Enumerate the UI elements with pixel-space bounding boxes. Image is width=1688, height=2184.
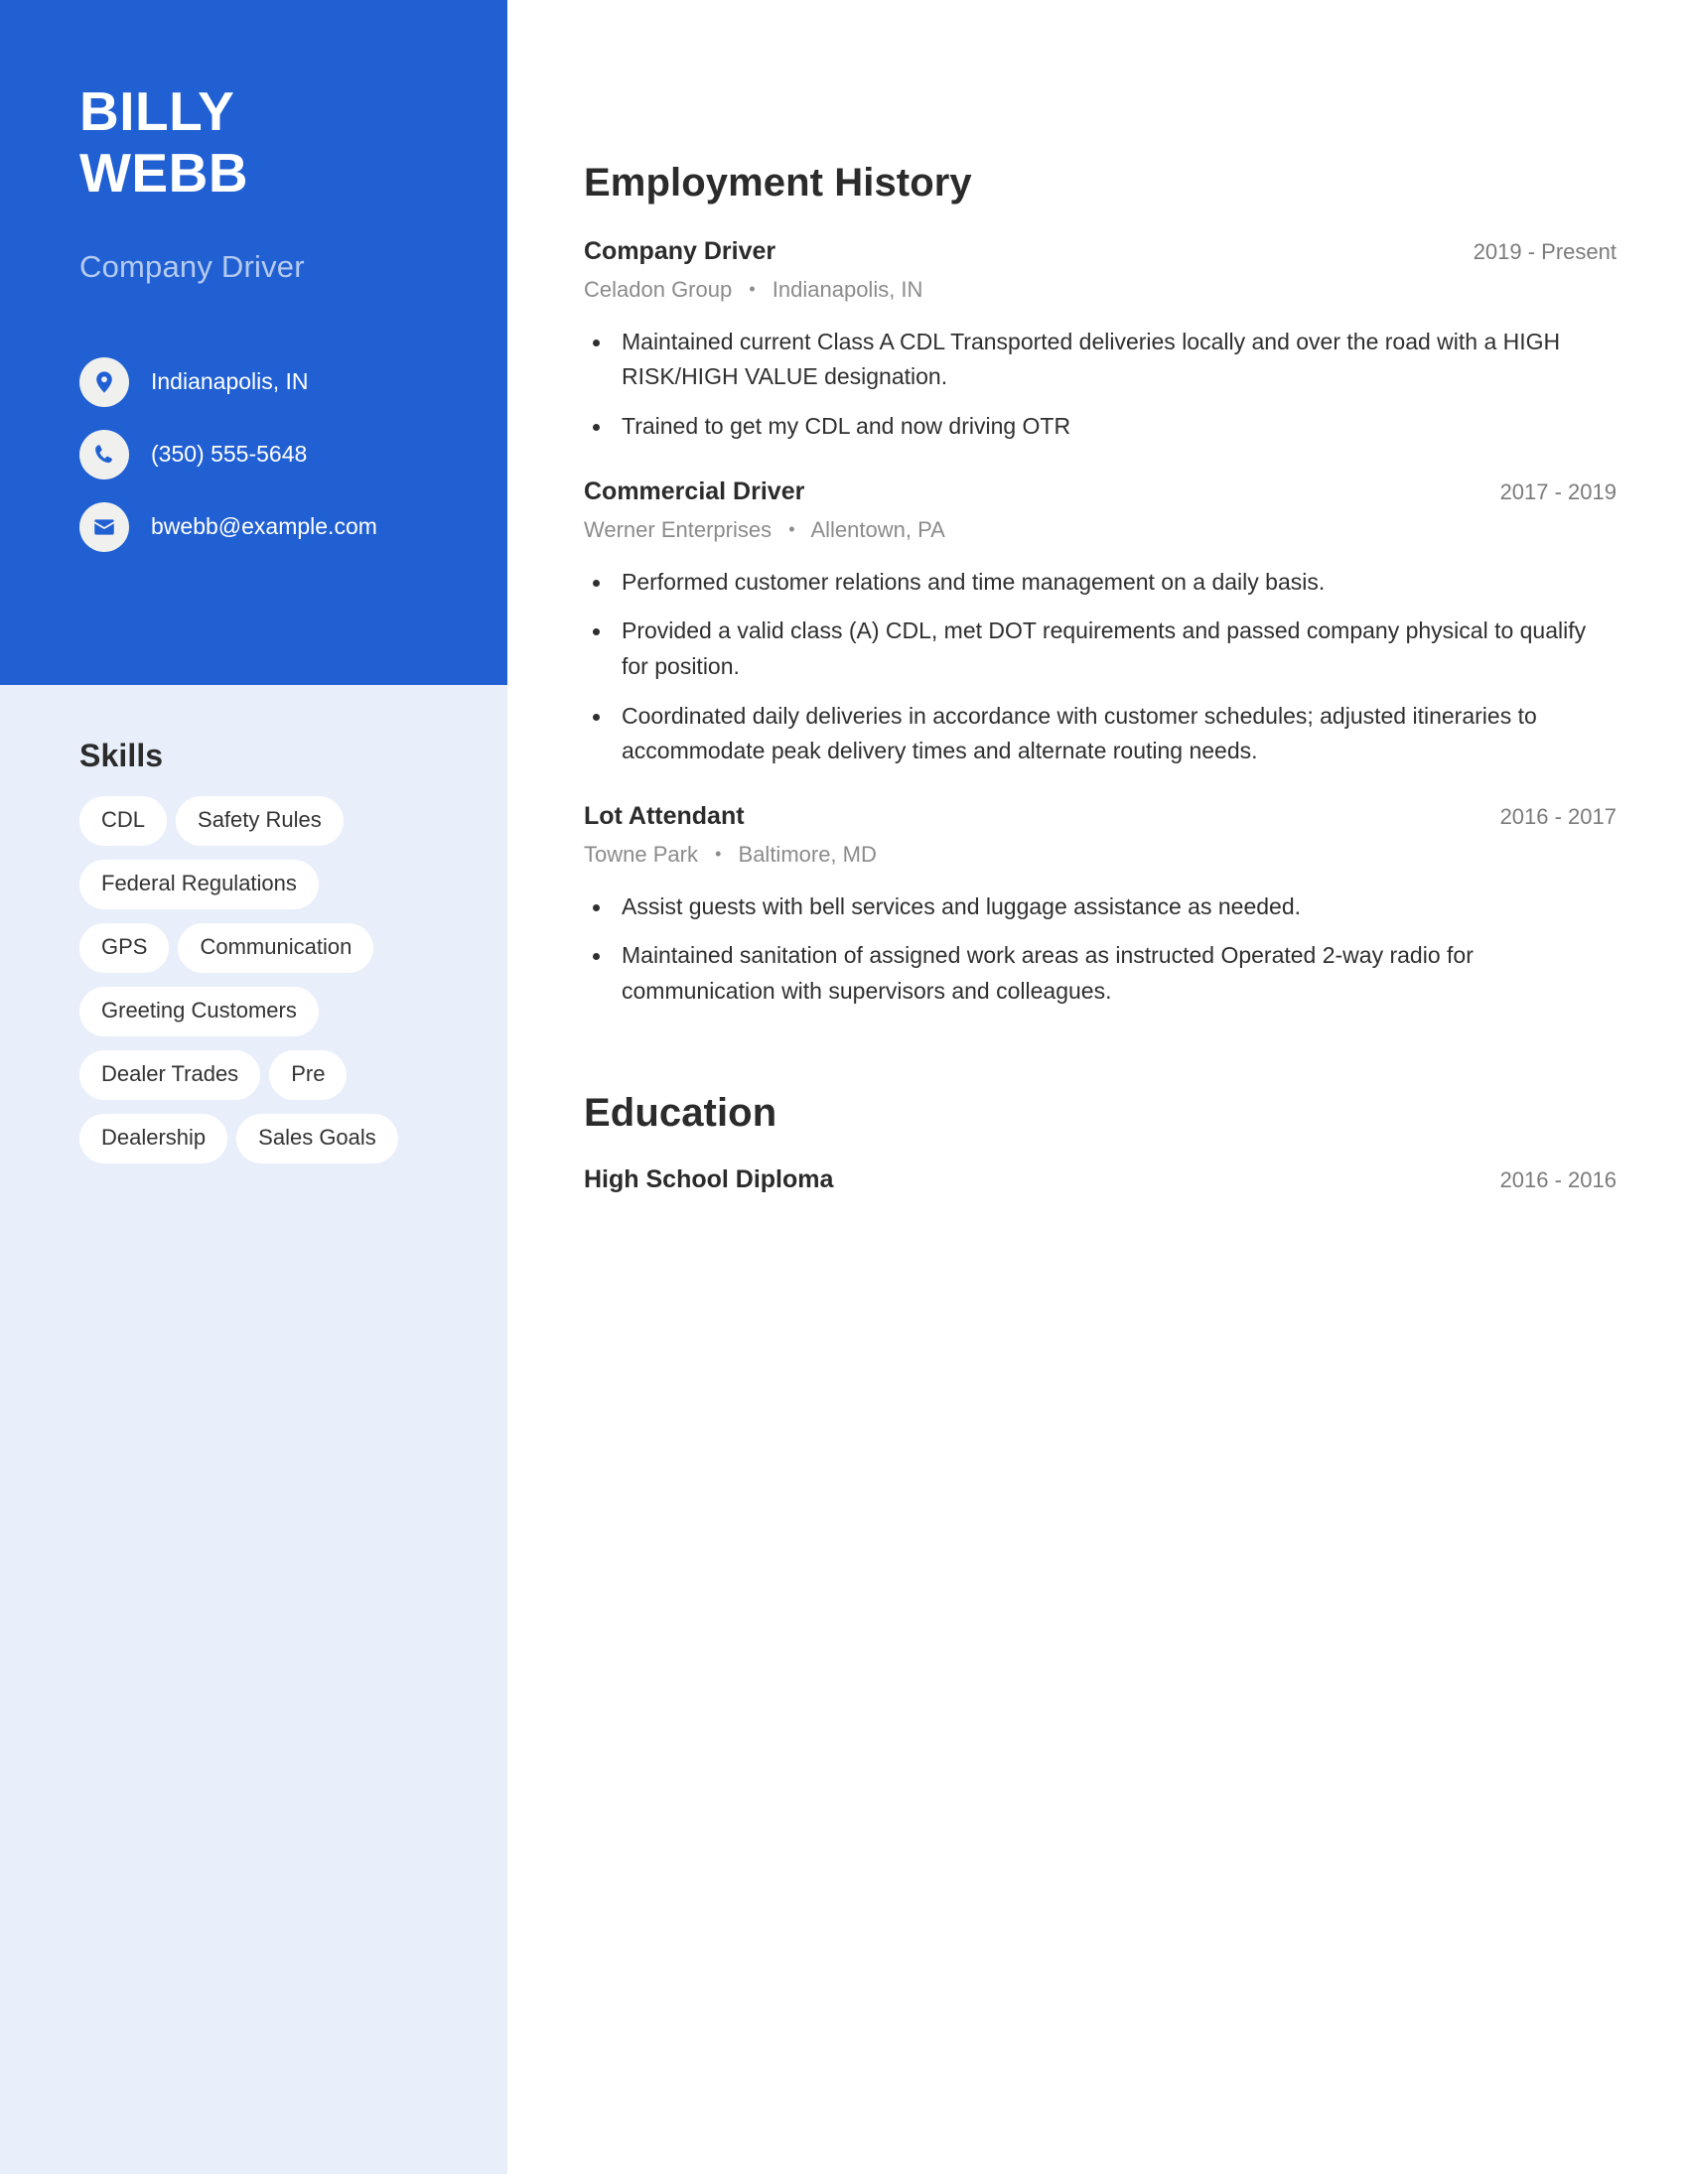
- employment-entry: Commercial Driver 2017 - 2019 Werner Ent…: [584, 477, 1617, 769]
- skill-tag: Federal Regulations: [79, 860, 319, 910]
- skill-tag: CDL: [79, 796, 168, 847]
- bullet-separator-icon: •: [788, 519, 795, 540]
- job-bullet: Maintained sanitation of assigned work a…: [584, 938, 1617, 1009]
- job-company: Werner Enterprises: [584, 517, 773, 543]
- envelope-icon: [79, 502, 129, 552]
- job-bullet-list: Performed customer relations and time ma…: [584, 565, 1617, 769]
- first-name: BILLY: [79, 80, 235, 142]
- main-content: Employment History Company Driver 2019 -…: [584, 0, 1617, 1195]
- skill-tag-list: CDL Safety Rules Federal Regulations GPS…: [79, 796, 417, 1177]
- contact-item-email: bwebb@example.com: [79, 502, 496, 552]
- job-bullet: Assist guests with bell services and lug…: [584, 889, 1617, 925]
- skill-tag: Dealer Trades: [79, 1050, 261, 1101]
- contact-location-value: Indianapolis, IN: [151, 368, 309, 395]
- degree-title: High School Diploma: [584, 1164, 834, 1193]
- job-bullet: Coordinated daily deliveries in accordan…: [584, 699, 1617, 769]
- contact-item-location: Indianapolis, IN: [79, 357, 496, 407]
- degree-dates: 2016 - 2016: [1499, 1166, 1617, 1192]
- sidebar: BILLY WEBB Company Driver Indianapolis, …: [0, 0, 507, 2174]
- job-bullet: Performed customer relations and time ma…: [584, 565, 1617, 601]
- skill-tag: Greeting Customers: [79, 987, 319, 1037]
- contact-list: Indianapolis, IN (350) 555-5648 bwebb@ex…: [79, 357, 496, 575]
- job-company: Celadon Group: [584, 277, 733, 303]
- job-meta: Werner Enterprises • Allentown, PA: [584, 516, 1617, 545]
- contact-phone-value: (350) 555-5648: [151, 441, 308, 468]
- job-bullet-list: Maintained current Class A CDL Transport…: [584, 325, 1617, 445]
- job-meta: Towne Park • Baltimore, MD: [584, 841, 1617, 870]
- skill-tag: Pre: [269, 1050, 348, 1101]
- skills-heading: Skills: [79, 738, 164, 773]
- education-heading: Education: [584, 1090, 777, 1135]
- contact-email-value: bwebb@example.com: [151, 513, 377, 540]
- entry-header: Lot Attendant 2016 - 2017: [584, 801, 1617, 832]
- bullet-separator-icon: •: [749, 279, 756, 300]
- candidate-name: BILLY WEBB: [79, 80, 477, 204]
- employment-entry: Company Driver 2019 - Present Celadon Gr…: [584, 236, 1617, 445]
- job-dates: 2019 - Present: [1473, 239, 1617, 264]
- candidate-job-title: Company Driver: [79, 249, 305, 284]
- job-bullet: Trained to get my CDL and now driving OT…: [584, 409, 1617, 445]
- skills-section: Skills CDL Safety Rules Federal Regulati…: [79, 737, 437, 1177]
- employment-entry: Lot Attendant 2016 - 2017 Towne Park • B…: [584, 801, 1617, 1010]
- job-company: Towne Park: [584, 842, 698, 868]
- job-bullet: Maintained current Class A CDL Transport…: [584, 325, 1617, 395]
- job-location: Indianapolis, IN: [772, 277, 923, 303]
- skill-tag: GPS: [79, 923, 170, 974]
- employment-history-heading: Employment History: [584, 161, 972, 205]
- phone-icon: [79, 430, 129, 479]
- entry-header: Company Driver 2019 - Present: [584, 236, 1617, 267]
- job-title: Lot Attendant: [584, 801, 745, 830]
- job-dates: 2017 - 2019: [1499, 478, 1617, 504]
- last-name: WEBB: [79, 141, 249, 204]
- skill-tag: Dealership: [79, 1114, 228, 1164]
- job-title: Commercial Driver: [584, 477, 805, 505]
- skill-tag: Communication: [178, 923, 374, 974]
- job-location: Baltimore, MD: [738, 842, 877, 868]
- resume-page: BILLY WEBB Company Driver Indianapolis, …: [0, 0, 1688, 2184]
- job-bullet: Provided a valid class (A) CDL, met DOT …: [584, 614, 1617, 684]
- job-location: Allentown, PA: [810, 517, 945, 543]
- skill-tag: Safety Rules: [176, 796, 344, 847]
- job-meta: Celadon Group • Indianapolis, IN: [584, 276, 1617, 305]
- job-dates: 2016 - 2017: [1499, 803, 1617, 829]
- entry-header: Commercial Driver 2017 - 2019: [584, 477, 1617, 507]
- contact-item-phone: (350) 555-5648: [79, 430, 496, 479]
- location-pin-icon: [79, 357, 129, 407]
- bullet-separator-icon: •: [715, 844, 722, 865]
- job-title: Company Driver: [584, 237, 776, 265]
- job-bullet-list: Assist guests with bell services and lug…: [584, 889, 1617, 1010]
- entry-header: High School Diploma 2016 - 2016: [584, 1164, 1617, 1195]
- skill-tag: Sales Goals: [236, 1114, 398, 1164]
- education-entry: High School Diploma 2016 - 2016: [584, 1164, 1617, 1195]
